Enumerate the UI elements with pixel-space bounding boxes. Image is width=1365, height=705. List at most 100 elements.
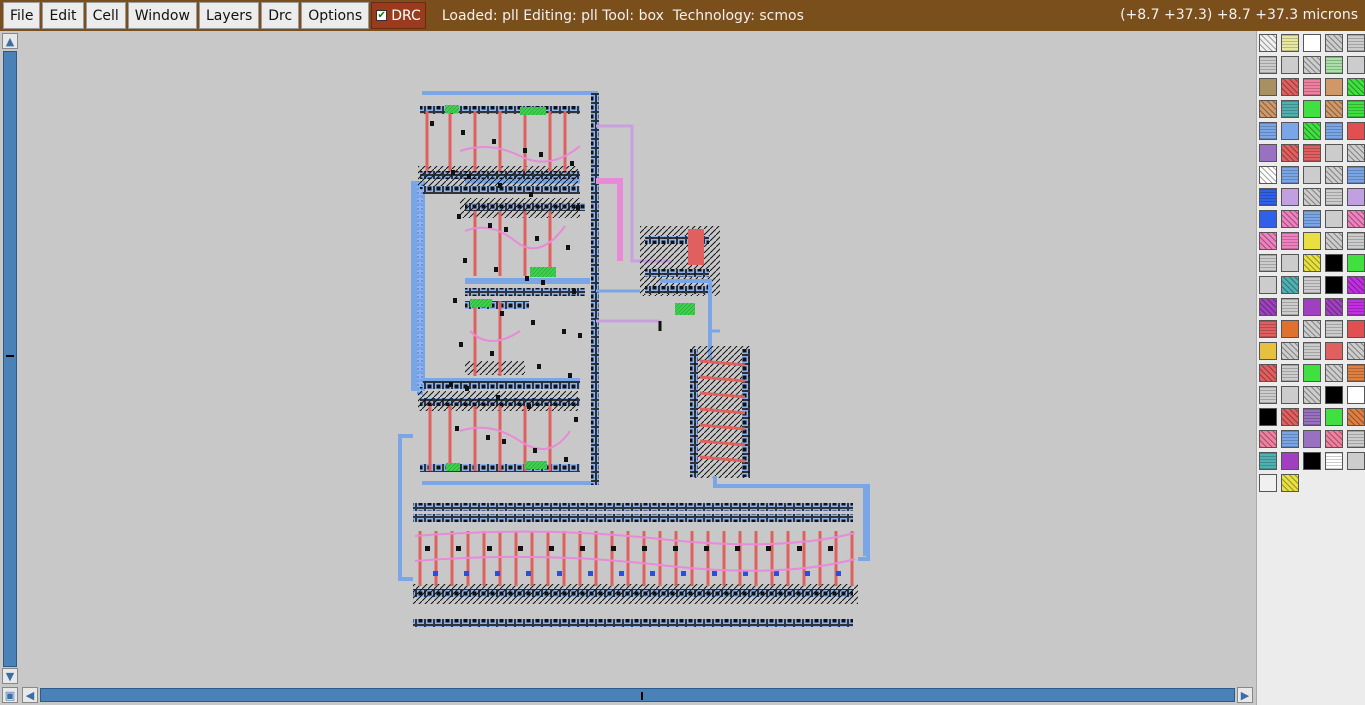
layer-swatch[interactable] [1325,320,1343,338]
vertical-scroll-track[interactable] [3,51,17,667]
layer-swatch[interactable] [1259,386,1277,404]
layer-swatch[interactable] [1325,452,1343,470]
layer-swatch[interactable] [1259,276,1277,294]
layer-swatch[interactable] [1303,144,1321,162]
layer-swatch[interactable] [1325,430,1343,448]
layer-swatch[interactable] [1325,166,1343,184]
layer-swatch[interactable] [1347,342,1365,360]
layer-swatch[interactable] [1303,408,1321,426]
layer-swatch[interactable] [1281,144,1299,162]
vertical-scrollbar[interactable]: ▲ ▼ [0,31,20,686]
layer-swatch[interactable] [1325,144,1343,162]
layer-swatch[interactable] [1303,122,1321,140]
layer-swatch[interactable] [1347,100,1365,118]
layer-swatch[interactable] [1259,430,1277,448]
layer-swatch[interactable] [1303,166,1321,184]
layer-swatch[interactable] [1281,298,1299,316]
menu-file[interactable]: File [3,2,41,29]
layer-swatch[interactable] [1281,78,1299,96]
layer-swatch[interactable] [1259,166,1277,184]
layer-swatch[interactable] [1303,34,1321,52]
layer-swatch[interactable] [1281,166,1299,184]
layer-swatch[interactable] [1325,78,1343,96]
layer-swatch[interactable] [1303,298,1321,316]
layer-swatch[interactable] [1281,452,1299,470]
layer-swatch[interactable] [1325,210,1343,228]
layer-swatch[interactable] [1281,122,1299,140]
layer-swatch[interactable] [1281,188,1299,206]
layer-swatch[interactable] [1259,210,1277,228]
layer-swatch[interactable] [1347,210,1365,228]
checkbox-checked-icon[interactable]: ✔ [376,10,388,21]
layer-swatch[interactable] [1303,276,1321,294]
layer-swatch[interactable] [1259,144,1277,162]
horizontal-scroll-track[interactable] [40,688,1235,702]
layer-swatch[interactable] [1303,254,1321,272]
layer-swatch[interactable] [1281,408,1299,426]
layer-swatch[interactable] [1347,78,1365,96]
layer-swatch[interactable] [1347,232,1365,250]
layer-swatch[interactable] [1281,34,1299,52]
layer-swatch[interactable] [1325,276,1343,294]
layer-swatch[interactable] [1259,232,1277,250]
layer-swatch[interactable] [1303,364,1321,382]
layer-swatch[interactable] [1347,34,1365,52]
layer-swatch[interactable] [1303,430,1321,448]
layer-swatch[interactable] [1259,34,1277,52]
arrow-up-icon[interactable]: ▲ [2,33,18,49]
horizontal-scroll-thumb[interactable] [641,692,643,700]
arrow-down-icon[interactable]: ▼ [2,668,18,684]
layer-swatch[interactable] [1347,56,1365,74]
menu-layers[interactable]: Layers [198,2,260,29]
layer-swatch[interactable] [1259,56,1277,74]
layer-swatch[interactable] [1303,210,1321,228]
layer-swatch[interactable] [1281,232,1299,250]
layer-swatch[interactable] [1347,298,1365,316]
layer-swatch[interactable] [1347,188,1365,206]
layer-swatch[interactable] [1281,56,1299,74]
layer-swatch[interactable] [1281,474,1299,492]
layer-swatch[interactable] [1303,78,1321,96]
layer-swatch[interactable] [1347,320,1365,338]
layer-swatch[interactable] [1281,276,1299,294]
layer-swatch[interactable] [1303,100,1321,118]
layer-swatch[interactable] [1325,122,1343,140]
layer-swatch[interactable] [1259,364,1277,382]
layer-swatch[interactable] [1303,56,1321,74]
layer-swatch[interactable] [1347,122,1365,140]
layer-swatch[interactable] [1325,298,1343,316]
layer-swatch[interactable] [1259,452,1277,470]
layer-swatch[interactable] [1347,364,1365,382]
arrow-right-icon[interactable]: ▶ [1237,687,1253,703]
layer-swatch[interactable] [1347,408,1365,426]
layer-swatch[interactable] [1325,34,1343,52]
layer-swatch[interactable] [1347,166,1365,184]
vertical-scroll-thumb[interactable] [6,355,14,357]
layer-swatch[interactable] [1281,320,1299,338]
layer-swatch[interactable] [1281,364,1299,382]
layer-swatch[interactable] [1281,254,1299,272]
layer-swatch[interactable] [1325,342,1343,360]
layer-swatch[interactable] [1303,320,1321,338]
layer-swatch[interactable] [1325,100,1343,118]
layer-swatch[interactable] [1347,452,1365,470]
layer-swatch[interactable] [1259,78,1277,96]
layer-swatch[interactable] [1325,408,1343,426]
layer-swatch[interactable] [1259,188,1277,206]
menu-window[interactable]: Window [127,2,197,29]
layer-swatch[interactable] [1325,188,1343,206]
horizontal-scrollbar[interactable]: ▣ ◀ ▶ [0,686,1256,705]
layer-swatch[interactable] [1281,430,1299,448]
layer-swatch[interactable] [1325,56,1343,74]
layer-swatch[interactable] [1347,386,1365,404]
layer-swatch[interactable] [1325,364,1343,382]
layer-swatch[interactable] [1303,452,1321,470]
zoom-box-icon[interactable]: ▣ [2,687,18,703]
layer-swatch[interactable] [1303,342,1321,360]
layer-swatch[interactable] [1325,386,1343,404]
layer-swatch[interactable] [1325,254,1343,272]
arrow-left-icon[interactable]: ◀ [22,687,38,703]
menu-drc[interactable]: Drc [261,2,300,29]
layout-drawing[interactable] [20,31,1256,686]
layer-swatch[interactable] [1259,122,1277,140]
